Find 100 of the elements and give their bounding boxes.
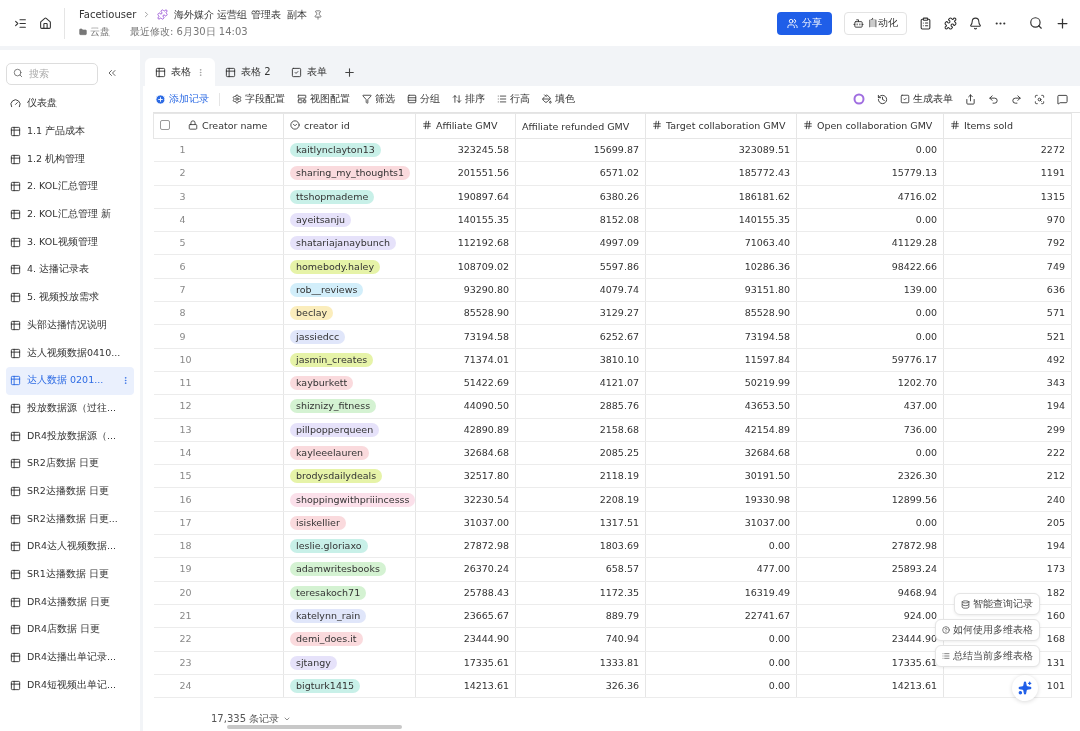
suggestion-chip[interactable]: 智能查询记录 <box>954 593 1040 615</box>
sidebar-item[interactable]: 2. KOL汇总管理 <box>6 173 134 201</box>
table-icon <box>10 458 21 470</box>
collapse-icon[interactable] <box>106 67 118 79</box>
view-tab[interactable]: 表单 <box>280 58 337 86</box>
comment-icon[interactable] <box>1057 93 1068 105</box>
creator-tag: rob__reviews <box>290 282 364 297</box>
table-icon <box>10 181 21 193</box>
sidebar-item[interactable]: SR2店数据 日更 <box>6 449 134 478</box>
home-icon[interactable] <box>39 16 52 30</box>
sidebar-item[interactable]: DR4达人视频数据... <box>6 533 134 561</box>
plus-circle-icon <box>155 93 166 105</box>
select-all-checkbox[interactable] <box>160 120 170 131</box>
table-cell: 6571.02 <box>599 167 639 179</box>
suggestion-chip[interactable]: 总结当前多维表格 <box>935 645 1040 667</box>
toolbar-button[interactable]: 筛选 <box>362 92 395 106</box>
sidebar-item[interactable]: SR2达播数据 日更 <box>6 477 134 506</box>
add-record-button[interactable]: 添加记录 <box>155 92 220 106</box>
table-cell: 41129.28 <box>891 237 937 249</box>
toolbar-button[interactable]: 排序 <box>452 92 485 106</box>
toolbar-button[interactable]: 填色 <box>542 92 575 106</box>
bell-icon[interactable] <box>969 16 982 30</box>
search-field[interactable]: 搜索 <box>6 62 98 85</box>
toolbar-button[interactable]: 分组 <box>407 92 440 106</box>
generate-form-button[interactable]: 生成表单 <box>900 92 953 106</box>
toolbar-button[interactable]: 字段配置 <box>232 92 285 106</box>
table-cell: 85528.90 <box>744 307 790 319</box>
caret-icon[interactable] <box>283 715 292 723</box>
undo-icon[interactable] <box>988 93 999 105</box>
table-cell: 11597.84 <box>744 353 790 365</box>
sidebar-item[interactable]: 投放数据源（过往... <box>6 394 134 423</box>
toolbar-button[interactable]: 行高 <box>497 92 530 106</box>
sidebar-item[interactable]: DR4短视频出单记... <box>6 671 134 700</box>
settings-icon <box>232 94 242 104</box>
sidebar-item[interactable]: 4. 达播记录表 <box>6 256 134 284</box>
table-cell: 4997.09 <box>599 237 639 249</box>
share-icon[interactable] <box>965 93 976 105</box>
sidebar-item[interactable]: 达人数据 0201... <box>6 366 134 395</box>
table-cell: 31037.00 <box>744 516 790 528</box>
sidebar-item[interactable]: DR4达播数据 日更 <box>6 588 134 617</box>
dashboard-icon <box>10 98 21 110</box>
sidebar-item[interactable]: 3. KOL视频管理 <box>6 228 134 257</box>
table-cell: 17335.61 <box>891 656 937 668</box>
sidebar-item[interactable]: 仪表盘 <box>6 90 134 118</box>
table-cell: 23665.67 <box>463 610 509 622</box>
plugin-icon[interactable] <box>944 16 957 30</box>
row-number: 2 <box>178 167 186 179</box>
automation-button[interactable]: 自动化 <box>844 11 907 35</box>
table-cell: 1803.69 <box>599 540 639 552</box>
plus-icon[interactable] <box>1055 15 1070 31</box>
sidebar-item[interactable]: DR4达播出单记录... <box>6 643 134 672</box>
ai-ring-icon[interactable] <box>853 93 865 105</box>
sidebar-item[interactable]: 5. 视频投放需求 <box>6 283 134 312</box>
creator-tag: shatariajanaybunch <box>290 236 396 251</box>
sidebar-item[interactable]: DR4投放数据源（... <box>6 422 134 450</box>
table-cell: 42154.89 <box>744 423 790 435</box>
sidebar-item[interactable]: 2. KOL汇总管理 新 <box>6 200 134 229</box>
sidebar-item[interactable]: SR1达播数据 日更 <box>6 560 134 589</box>
table-cell: 12899.56 <box>891 493 937 505</box>
pin-icon[interactable] <box>312 9 323 20</box>
sidebar-item[interactable]: DR4店数据 日更 <box>6 616 134 644</box>
sidebar-item[interactable]: 1.2 机构管理 <box>6 145 134 174</box>
creator-tag: kaitlynclayton13 <box>290 143 381 158</box>
search-icon <box>13 68 23 78</box>
table-cell: 299 <box>1046 423 1065 435</box>
table-cell: 205 <box>1046 516 1065 528</box>
table-cell: 212 <box>1046 470 1065 482</box>
table-cell: 0.00 <box>915 307 937 319</box>
find-icon[interactable] <box>1034 93 1045 105</box>
breadcrumb-link[interactable]: Facetiouser <box>79 9 137 20</box>
creator-tag: sharing_my_thoughts1 <box>290 166 411 181</box>
table-cell: 2118.19 <box>599 470 639 482</box>
search-icon[interactable] <box>1029 16 1043 30</box>
table-cell: 27872.98 <box>891 540 937 552</box>
add-view-icon[interactable] <box>342 65 356 79</box>
view-tab[interactable]: 表格 2 <box>215 58 281 86</box>
row-number: 23 <box>178 656 192 668</box>
history-icon[interactable] <box>877 93 888 105</box>
outline-toggle-icon[interactable] <box>14 16 27 30</box>
table-cell: 2326.30 <box>897 470 937 482</box>
table-icon <box>10 652 21 664</box>
view-tab[interactable]: 表格 <box>145 58 215 86</box>
table-cell: 32684.68 <box>463 447 509 458</box>
more-icon[interactable] <box>121 376 130 386</box>
table-cell: 636 <box>1046 283 1065 295</box>
sidebar-item[interactable]: 头部达播情况说明 <box>6 311 134 340</box>
share-button[interactable]: 分享 <box>777 11 832 35</box>
record-count[interactable]: 17,335 条记录 <box>211 712 280 726</box>
sidebar-item[interactable]: 1.1 产品成本 <box>6 117 134 146</box>
table-icon <box>10 347 21 359</box>
table-icon <box>155 66 166 78</box>
sidebar-item[interactable]: SR2达播数据 日更... <box>6 505 134 533</box>
row-number: 20 <box>178 586 192 598</box>
redo-icon[interactable] <box>1011 93 1022 105</box>
table-cell: 792 <box>1046 237 1065 249</box>
sidebar-item[interactable]: 达人视频数据0410... <box>6 339 134 367</box>
table-cell: 343 <box>1046 377 1065 389</box>
table-icon <box>10 375 21 387</box>
table-cell: 3129.27 <box>599 307 639 319</box>
toolbar-button[interactable]: 视图配置 <box>297 92 350 106</box>
